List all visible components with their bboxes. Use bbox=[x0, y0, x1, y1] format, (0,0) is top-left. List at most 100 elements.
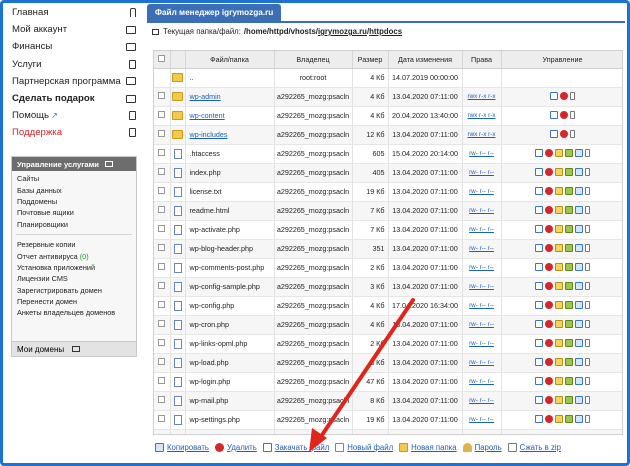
service-databases[interactable]: Базы данных bbox=[12, 184, 136, 195]
move-icon[interactable] bbox=[550, 110, 558, 119]
table-row[interactable]: wp-signup.phpa292265_mozg:psacln30 Кб13.… bbox=[154, 429, 622, 435]
file-permissions[interactable]: rw- r-- r-- bbox=[462, 391, 502, 411]
copy-icon[interactable] bbox=[565, 281, 573, 290]
copy-button[interactable]: Копировать bbox=[155, 443, 209, 452]
file-name[interactable]: wp-content bbox=[185, 106, 275, 126]
download-icon[interactable] bbox=[575, 319, 583, 328]
copy-icon[interactable] bbox=[565, 300, 573, 309]
file-permissions[interactable]: rw- r-- r-- bbox=[462, 258, 502, 278]
column-size[interactable]: Размер bbox=[352, 51, 389, 69]
row-checkbox[interactable] bbox=[158, 92, 166, 99]
file-permissions[interactable]: rw- r-- r-- bbox=[462, 277, 502, 297]
move-icon[interactable] bbox=[535, 414, 543, 423]
edit-icon[interactable] bbox=[555, 262, 563, 271]
service-domain-owners[interactable]: Анкеты владельцев доменов bbox=[12, 307, 136, 318]
copy-icon[interactable] bbox=[565, 262, 573, 271]
row-checkbox[interactable] bbox=[158, 149, 166, 156]
file-permissions[interactable]: rwx r-x r-x bbox=[462, 106, 502, 126]
copy-icon[interactable] bbox=[565, 224, 573, 233]
info-icon[interactable] bbox=[585, 243, 590, 252]
file-name[interactable]: index.php bbox=[185, 163, 275, 183]
edit-icon[interactable] bbox=[555, 224, 563, 233]
edit-icon[interactable] bbox=[555, 433, 563, 434]
edit-icon[interactable] bbox=[555, 376, 563, 385]
file-permissions[interactable]: rw- r-- r-- bbox=[462, 353, 502, 373]
column-name[interactable]: Файл/папка bbox=[185, 51, 275, 69]
delete-icon[interactable] bbox=[545, 414, 553, 423]
delete-icon[interactable] bbox=[545, 395, 553, 404]
file-name[interactable]: .htaccess bbox=[185, 144, 275, 164]
delete-icon[interactable] bbox=[545, 338, 553, 347]
file-name[interactable]: wp-config.php bbox=[185, 296, 275, 316]
file-permissions[interactable]: rw- r-- r-- bbox=[462, 239, 502, 259]
info-icon[interactable] bbox=[585, 224, 590, 233]
table-row[interactable]: wp-links-opml.php a292265_mozg:psacln 2 Кб… bbox=[154, 334, 622, 354]
select-all-checkbox[interactable] bbox=[158, 54, 166, 62]
table-row[interactable]: index.php a292265_mozg:psacln 405 13.04.202… bbox=[154, 163, 622, 183]
sidebar-item-services[interactable]: Услуги bbox=[8, 56, 138, 73]
copy-icon[interactable] bbox=[565, 357, 573, 366]
delete-icon[interactable] bbox=[560, 91, 568, 100]
file-name[interactable]: wp-login.php bbox=[185, 372, 275, 392]
file-permissions[interactable]: rwx r-x r-x bbox=[462, 125, 502, 145]
edit-icon[interactable] bbox=[555, 338, 563, 347]
row-checkbox[interactable] bbox=[158, 301, 166, 308]
move-icon[interactable] bbox=[535, 243, 543, 252]
service-transfer-domain[interactable]: Перенести домен bbox=[12, 296, 136, 307]
table-row[interactable]: wp-activate.php a292265_mozg:psacln 7 Кб 13… bbox=[154, 220, 622, 240]
file-permissions[interactable]: rw- r-- r-- bbox=[462, 144, 502, 164]
delete-icon[interactable] bbox=[545, 281, 553, 290]
delete-button[interactable]: Удалить bbox=[214, 443, 257, 452]
copy-icon[interactable] bbox=[565, 205, 573, 214]
file-permissions[interactable]: rw- r-- r-- bbox=[462, 163, 502, 183]
sidebar-item-support[interactable]: Поддержка bbox=[8, 124, 138, 141]
info-icon[interactable] bbox=[585, 395, 590, 404]
download-icon[interactable] bbox=[575, 167, 583, 176]
row-checkbox[interactable] bbox=[158, 396, 166, 403]
info-icon[interactable] bbox=[570, 129, 575, 138]
move-icon[interactable] bbox=[550, 129, 558, 138]
row-checkbox[interactable] bbox=[158, 168, 166, 175]
delete-icon[interactable] bbox=[545, 376, 553, 385]
row-checkbox[interactable] bbox=[158, 434, 165, 435]
service-subdomains[interactable]: Поддомены bbox=[12, 196, 136, 207]
move-icon[interactable] bbox=[535, 376, 543, 385]
info-icon[interactable] bbox=[570, 110, 575, 119]
file-name[interactable]: wp-links-opml.php bbox=[185, 334, 275, 354]
row-checkbox[interactable] bbox=[158, 339, 166, 346]
move-icon[interactable] bbox=[535, 433, 543, 434]
password-button[interactable]: Пароль bbox=[462, 443, 502, 452]
delete-icon[interactable] bbox=[545, 148, 553, 157]
copy-icon[interactable] bbox=[565, 167, 573, 176]
sidebar-item-account[interactable]: Мой аккаунт bbox=[8, 21, 138, 38]
upload-file-button[interactable]: Закачать файл bbox=[262, 443, 329, 452]
table-row[interactable]: wp-content a292265_mozg:psacln 4 Кб 20.04.2… bbox=[154, 106, 622, 126]
file-permissions[interactable]: rw- r-- r-- bbox=[462, 315, 502, 335]
download-icon[interactable] bbox=[575, 338, 583, 347]
file-name[interactable]: wp-cron.php bbox=[185, 315, 275, 335]
row-checkbox[interactable] bbox=[158, 377, 166, 384]
file-name[interactable]: wp-admin bbox=[185, 87, 275, 107]
info-icon[interactable] bbox=[585, 414, 590, 423]
download-icon[interactable] bbox=[575, 395, 583, 404]
sidebar-item-partner[interactable]: Партнерская программа bbox=[8, 73, 138, 90]
table-row[interactable]: wp-cron.php a292265_mozg:psacln 4 Кб 13.04.… bbox=[154, 315, 622, 335]
copy-icon[interactable] bbox=[565, 414, 573, 423]
file-permissions[interactable] bbox=[462, 68, 502, 88]
info-icon[interactable] bbox=[585, 300, 590, 309]
download-icon[interactable] bbox=[575, 300, 583, 309]
table-row[interactable]: wp-admin a292265_mozg:psacln 4 Кб 13.04.202… bbox=[154, 87, 622, 107]
edit-icon[interactable] bbox=[555, 186, 563, 195]
file-permissions[interactable]: rw- r-- r-- bbox=[462, 372, 502, 392]
service-schedulers[interactable]: Планировщики bbox=[12, 219, 136, 230]
move-icon[interactable] bbox=[535, 281, 543, 290]
download-icon[interactable] bbox=[575, 433, 583, 434]
sidebar-item-finance[interactable]: Финансы bbox=[8, 38, 138, 55]
move-icon[interactable] bbox=[535, 300, 543, 309]
file-name[interactable]: wp-comments-post.php bbox=[185, 258, 275, 278]
file-name[interactable]: wp-mail.php bbox=[185, 391, 275, 411]
download-icon[interactable] bbox=[575, 262, 583, 271]
info-icon[interactable] bbox=[585, 338, 590, 347]
new-folder-button[interactable]: Новая папка bbox=[399, 443, 457, 452]
file-permissions[interactable]: rwx r-x r-x bbox=[462, 87, 502, 107]
